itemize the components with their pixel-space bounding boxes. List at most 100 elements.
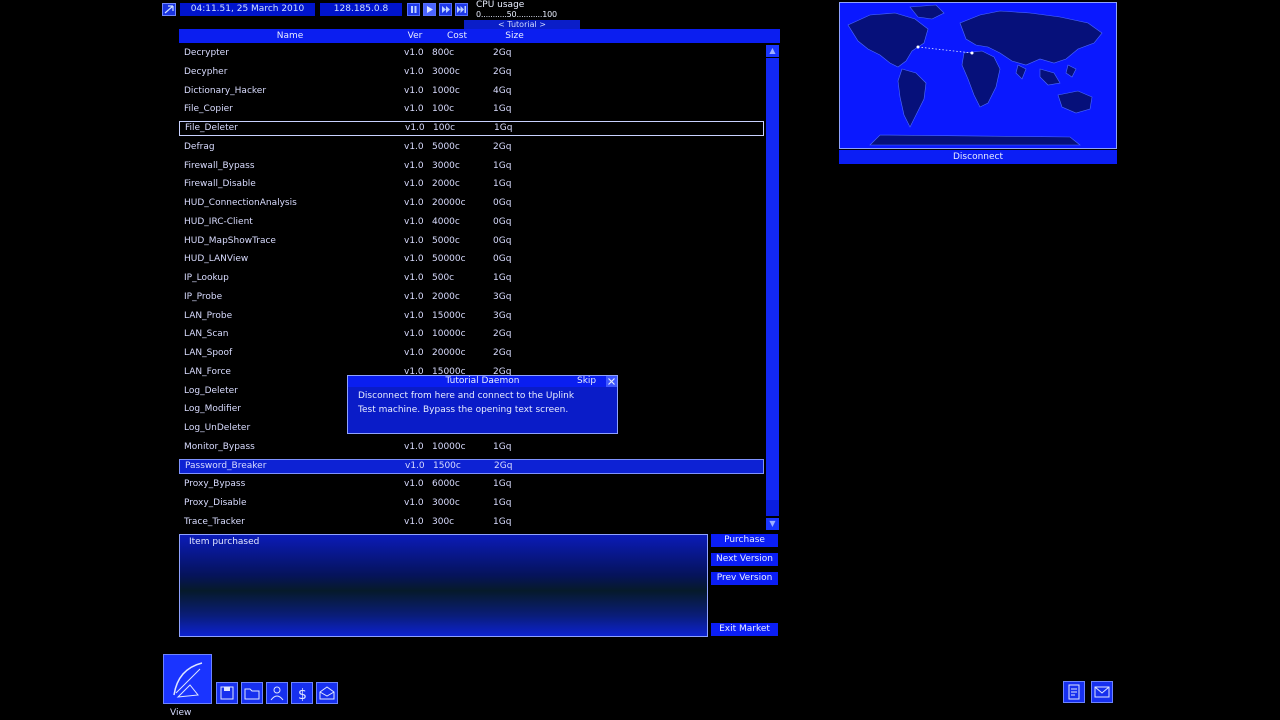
table-row[interactable]: HUD_IRC-Client v1.0 4000c 0Gq (179, 215, 764, 230)
folder-icon[interactable] (241, 682, 263, 704)
fastest-icon[interactable] (455, 3, 468, 16)
cell-name: Log_Modifier (184, 404, 241, 415)
cell-cost: 5000c (432, 235, 460, 246)
tutorial-line-2: Test machine. Bypass the opening text sc… (358, 405, 569, 415)
scroll-down-icon[interactable]: ▼ (766, 518, 779, 530)
cell-ver: v1.0 (404, 479, 424, 490)
table-row[interactable]: Proxy_Disable v1.0 3000c 1Gq (179, 496, 764, 511)
table-row[interactable]: File_Copier v1.0 100c 1Gq (179, 102, 764, 117)
purchase-button[interactable]: Purchase (711, 534, 778, 547)
cell-ver: v1.0 (404, 66, 424, 77)
cell-name: Trace_Tracker (184, 516, 245, 527)
column-header: Name Ver Cost Size (179, 29, 780, 43)
cell-name: File_Deleter (185, 123, 238, 133)
message-text: Item purchased (189, 537, 260, 547)
view-button[interactable] (163, 654, 212, 704)
column-cost[interactable]: Cost (429, 29, 485, 43)
next-version-button[interactable]: Next Version (711, 553, 778, 566)
table-row[interactable]: LAN_Spoof v1.0 20000c 2Gq (179, 346, 764, 361)
table-row[interactable]: Firewall_Disable v1.0 2000c 1Gq (179, 177, 764, 192)
pause-icon[interactable] (407, 3, 420, 16)
column-size[interactable]: Size (487, 29, 542, 43)
cell-name: Decypher (184, 66, 228, 77)
cell-size: 2Gq (493, 141, 512, 152)
cell-name: Log_UnDeleter (184, 423, 251, 433)
tutorial-line-1: Disconnect from here and connect to the … (358, 391, 575, 401)
cell-name: Firewall_Disable (184, 179, 256, 190)
table-row[interactable]: Decypher v1.0 3000c 2Gq (179, 65, 764, 80)
table-row[interactable]: Decrypter v1.0 800c 2Gq (179, 46, 764, 61)
cell-name: HUD_IRC-Client (184, 216, 253, 227)
skip-button[interactable]: Skip (577, 376, 596, 387)
cell-size: 0Gq (493, 198, 512, 208)
cell-cost: 500c (432, 273, 455, 283)
cell-cost: 1000c (432, 85, 460, 96)
cell-ver: v1.0 (404, 198, 424, 208)
software-list: Decrypter v1.0 800c 2Gq Decypher v1.0 3000c 2Gq… (179, 45, 765, 533)
cell-cost: 2000c (432, 179, 460, 190)
scroll-up-icon[interactable]: ▲ (766, 45, 779, 57)
table-row[interactable]: Password_Breaker v1.0 1500c 2Gq (179, 458, 764, 474)
cell-name: Firewall_Bypass (184, 160, 255, 171)
cell-cost: 300c (432, 516, 455, 527)
cell-cost: 6000c (432, 479, 460, 490)
column-name[interactable]: Name (179, 29, 401, 43)
scrollbar-thumb[interactable] (766, 58, 779, 500)
cell-size: 1Gq (493, 516, 512, 527)
person-icon[interactable] (266, 682, 288, 704)
email-icon[interactable] (1091, 681, 1113, 703)
cell-name: LAN_Force (184, 366, 231, 377)
table-row[interactable]: IP_Lookup v1.0 500c 1Gq (179, 271, 764, 286)
cell-name: Password_Breaker (185, 460, 267, 471)
cell-ver: v1.0 (404, 48, 424, 58)
cell-size: 1Gq (494, 123, 513, 133)
satellite-dish-icon (173, 662, 203, 698)
cell-name: HUD_LANView (184, 254, 249, 265)
table-row[interactable]: IP_Probe v1.0 2000c 3Gq (179, 290, 764, 305)
table-row[interactable]: LAN_Probe v1.0 15000c 3Gq (179, 309, 764, 324)
menu-icon[interactable] (162, 3, 176, 16)
exit-market-button[interactable]: Exit Market (711, 623, 778, 636)
cell-size: 0Gq (493, 216, 512, 227)
disconnect-button[interactable]: Disconnect (839, 150, 1117, 164)
cell-size: 1Gq (493, 479, 512, 490)
cell-size: 1Gq (493, 498, 512, 508)
column-ver[interactable]: Ver (403, 29, 427, 43)
cell-ver: v1.0 (404, 216, 424, 227)
save-icon[interactable] (216, 682, 238, 704)
cell-cost: 2000c (432, 291, 460, 302)
fast-forward-icon[interactable] (439, 3, 452, 16)
close-icon[interactable] (606, 376, 617, 387)
table-row[interactable]: Proxy_Bypass v1.0 6000c 1Gq (179, 477, 764, 492)
notes-icon[interactable] (1063, 681, 1085, 703)
cell-size: 2Gq (493, 329, 512, 340)
table-row[interactable]: HUD_ConnectionAnalysis v1.0 20000c 0Gq (179, 196, 764, 211)
table-row[interactable]: Firewall_Bypass v1.0 3000c 1Gq (179, 159, 764, 174)
table-row[interactable]: Trace_Tracker v1.0 300c 1Gq (179, 515, 764, 530)
local-ip[interactable]: 128.185.0.8 (320, 3, 402, 16)
cell-name: Monitor_Bypass (184, 441, 255, 452)
table-row[interactable]: Defrag v1.0 5000c 2Gq (179, 140, 764, 155)
table-row[interactable]: File_Deleter v1.0 100c 1Gq (179, 121, 764, 136)
cell-ver: v1.0 (404, 179, 424, 190)
world-map[interactable] (839, 2, 1117, 149)
table-row[interactable]: HUD_MapShowTrace v1.0 5000c 0Gq (179, 234, 764, 249)
table-row[interactable]: LAN_Scan v1.0 10000c 2Gq (179, 327, 764, 342)
table-row[interactable]: HUD_LANView v1.0 50000c 0Gq (179, 252, 764, 267)
table-row[interactable]: Monitor_Bypass v1.0 10000c 1Gq (179, 440, 764, 455)
cell-size: 2Gq (493, 348, 512, 358)
cell-ver: v1.0 (404, 310, 424, 321)
prev-version-button[interactable]: Prev Version (711, 572, 778, 585)
cell-name: Decrypter (184, 48, 229, 58)
cell-cost: 3000c (432, 160, 460, 171)
table-row[interactable]: Dictionary_Hacker v1.0 1000c 4Gq (179, 84, 764, 99)
cell-name: LAN_Spoof (184, 348, 233, 358)
cell-cost: 100c (432, 104, 455, 115)
tutorial-selector[interactable]: < Tutorial > (464, 20, 580, 29)
cell-size: 3Gq (493, 291, 512, 302)
cell-ver: v1.0 (404, 235, 424, 246)
dollar-icon[interactable]: $ (291, 682, 313, 704)
cell-ver: v1.0 (404, 141, 424, 152)
mail-open-icon[interactable] (316, 682, 338, 704)
play-icon[interactable] (423, 3, 436, 16)
